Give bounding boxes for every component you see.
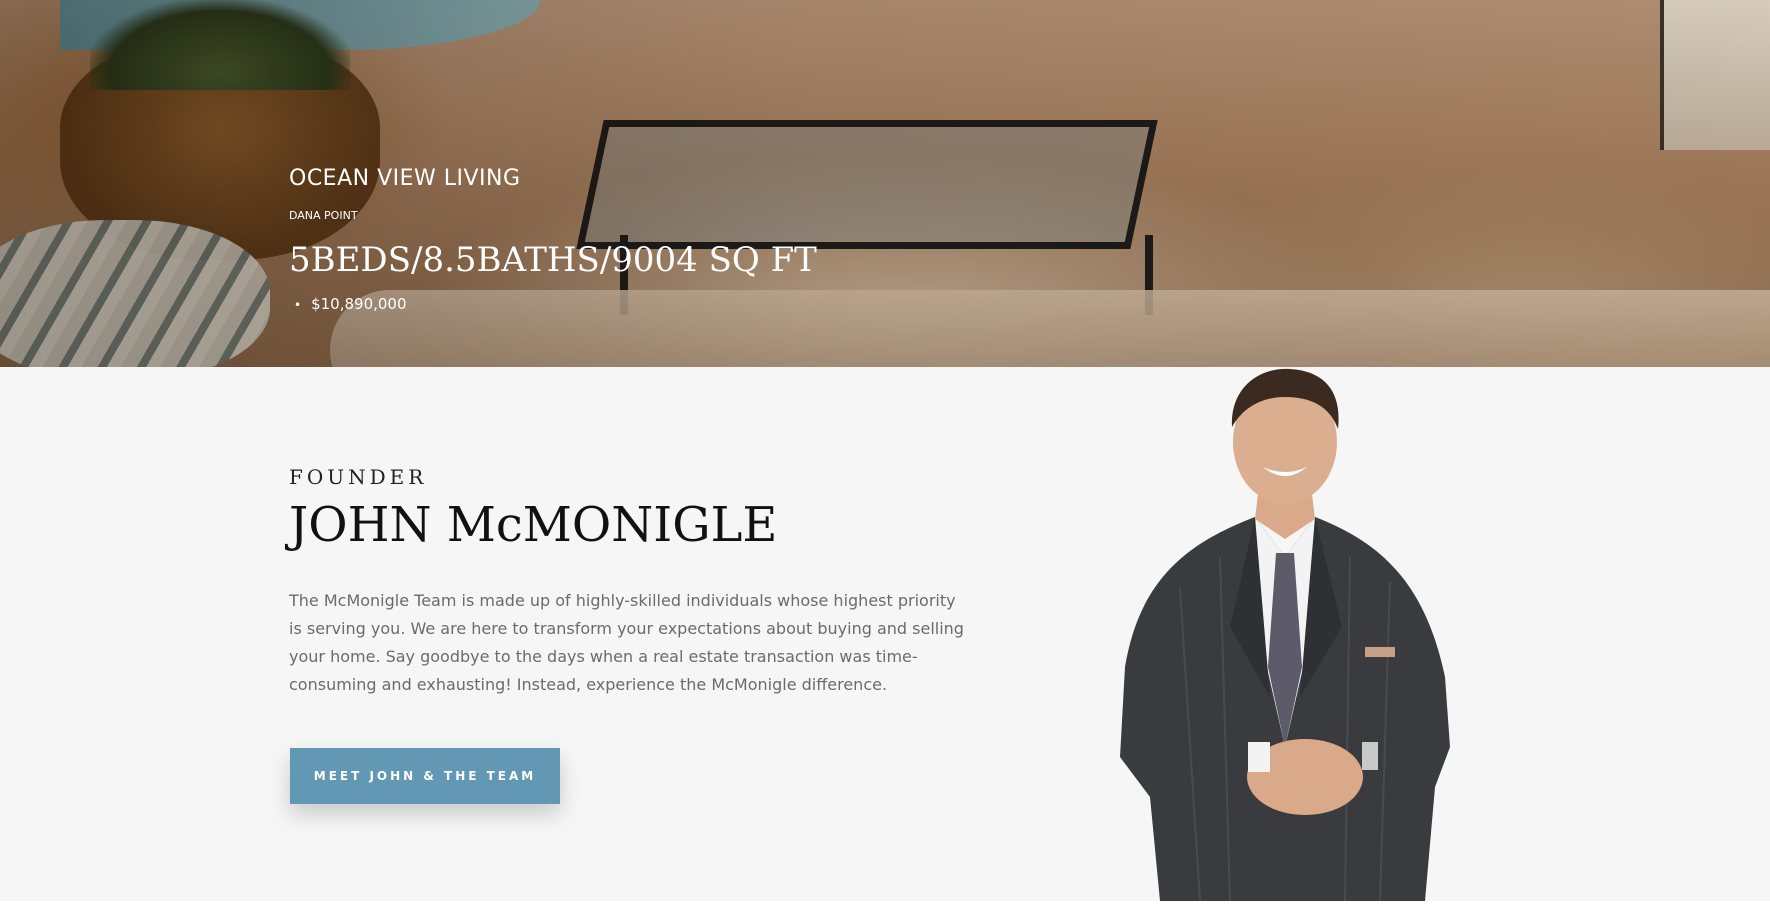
listing-city: DANA POINT bbox=[289, 209, 358, 222]
founder-portrait bbox=[1120, 368, 1450, 901]
meet-team-button[interactable]: MEET JOHN & THE TEAM bbox=[290, 748, 560, 804]
listing-specs: 5BEDS/8.5BATHS/9004 SQ FT bbox=[289, 240, 817, 280]
founder-section: FOUNDER JOHN McMONIGLE The McMonigle Tea… bbox=[0, 367, 1770, 901]
founder-name: JOHN McMONIGLE bbox=[289, 497, 778, 553]
founder-eyebrow: FOUNDER bbox=[289, 465, 428, 489]
bullet-icon: • bbox=[294, 298, 302, 312]
listing-price: • $10,890,000 bbox=[294, 295, 407, 313]
listing-title[interactable]: OCEAN VIEW LIVING bbox=[289, 166, 521, 191]
hero-listing[interactable]: OCEAN VIEW LIVING DANA POINT 5BEDS/8.5BA… bbox=[0, 0, 1770, 367]
founder-bio: The McMonigle Team is made up of highly-… bbox=[289, 591, 964, 694]
hero-overlay bbox=[0, 0, 1770, 367]
listing-price-value: $10,890,000 bbox=[311, 295, 407, 313]
